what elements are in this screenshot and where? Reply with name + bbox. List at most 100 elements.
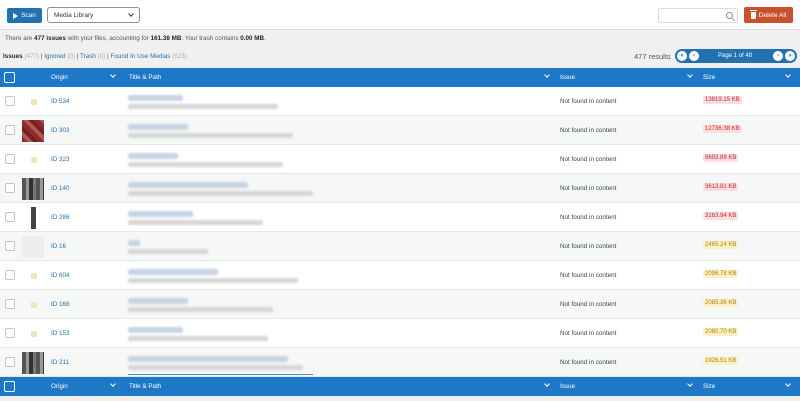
file-icon xyxy=(31,157,37,163)
origin-link[interactable]: ID 303 xyxy=(51,127,70,134)
chevron-down-icon[interactable] xyxy=(785,72,791,78)
column-size[interactable]: Size xyxy=(703,383,715,390)
origin-link[interactable]: ID 16 xyxy=(51,243,66,250)
table-row[interactable]: ID 168 Not found in content 2085.36 KB xyxy=(0,290,800,319)
table-footer: Origin Title & Path Issue Size xyxy=(0,377,800,396)
chevron-down-icon[interactable] xyxy=(544,72,550,78)
summary-middle: with your files, accounting for xyxy=(65,35,151,42)
filter-trash[interactable]: Trash xyxy=(80,53,96,60)
last-page-icon[interactable]: » xyxy=(785,51,795,61)
table-row[interactable]: ID 211 Not found in content 1926.51 KB xyxy=(0,348,800,377)
table-row[interactable]: ID 604 Not found in content 2096.78 KB xyxy=(0,261,800,290)
thumbnail xyxy=(22,236,44,258)
filter-issues-count: (477) xyxy=(24,53,40,60)
origin-link[interactable]: ID 211 xyxy=(51,359,69,366)
row-checkbox[interactable] xyxy=(5,154,15,164)
prev-page-icon[interactable]: ‹ xyxy=(689,51,699,61)
search-input[interactable] xyxy=(658,8,738,23)
toolbar: Scan Media Library Delete All xyxy=(0,0,800,30)
chevron-down-icon[interactable] xyxy=(110,381,116,387)
table-row[interactable]: ID 303 Not found in content 12736.38 KB xyxy=(0,116,800,145)
summary-trash: 0.00 MB xyxy=(240,35,265,42)
origin-link[interactable]: ID 140 xyxy=(51,185,70,192)
filter-ignored[interactable]: Ignored xyxy=(44,53,65,60)
table-row[interactable]: ID 16 Not found in content 2465.24 KB xyxy=(0,232,800,261)
table-row[interactable]: ID 286 Not found in content 3163.94 KB xyxy=(0,203,800,232)
origin-link[interactable]: ID 286 xyxy=(51,214,70,221)
origin-link[interactable]: ID 604 xyxy=(51,272,70,279)
size-badge: 2080.70 KB xyxy=(703,328,739,336)
thumbnail xyxy=(22,323,44,345)
column-issue[interactable]: Issue xyxy=(560,74,575,81)
first-page-icon[interactable]: « xyxy=(677,51,687,61)
origin-link[interactable]: ID 153 xyxy=(51,330,70,337)
origin-link[interactable]: ID 323 xyxy=(51,156,70,163)
path-blurred xyxy=(128,191,313,196)
next-page-icon[interactable]: › xyxy=(773,51,783,61)
title-blurred xyxy=(128,95,183,101)
filter-issues[interactable]: Issues xyxy=(3,53,23,60)
table-header: Origin Title & Path Issue Size xyxy=(0,68,800,87)
path-blurred xyxy=(128,249,208,254)
row-checkbox[interactable] xyxy=(5,328,15,338)
issue-text: Not found in content xyxy=(560,127,617,134)
thumbnail xyxy=(22,120,44,142)
chevron-down-icon[interactable] xyxy=(687,72,693,78)
table-row[interactable]: ID 140 Not found in content 3613.81 KB xyxy=(0,174,800,203)
issue-text: Not found in content xyxy=(560,272,617,279)
path-blurred xyxy=(128,307,273,312)
column-origin[interactable]: Origin xyxy=(51,383,68,390)
chevron-down-icon[interactable] xyxy=(687,381,693,387)
thumbnail xyxy=(22,91,44,113)
media-library-select[interactable]: Media Library xyxy=(47,7,140,23)
table-body: ID 534 Not found in content 13819.15 KB … xyxy=(0,87,800,377)
column-origin[interactable]: Origin xyxy=(51,74,68,81)
title-blurred xyxy=(128,153,178,159)
size-badge: 2465.24 KB xyxy=(703,241,739,249)
column-issue[interactable]: Issue xyxy=(560,383,575,390)
trash-icon xyxy=(749,9,757,19)
column-size[interactable]: Size xyxy=(703,74,715,81)
path-blurred xyxy=(128,133,293,138)
title-blurred xyxy=(128,327,183,333)
row-checkbox[interactable] xyxy=(5,241,15,251)
chevron-down-icon[interactable] xyxy=(785,381,791,387)
origin-link[interactable]: ID 534 xyxy=(51,98,70,105)
chevron-down-icon[interactable] xyxy=(544,381,550,387)
select-all-checkbox[interactable] xyxy=(4,72,15,83)
column-title-path[interactable]: Title & Path xyxy=(129,74,161,81)
table-row[interactable]: ID 323 Not found in content 8693.89 KB xyxy=(0,145,800,174)
row-checkbox[interactable] xyxy=(5,183,15,193)
row-checkbox[interactable] xyxy=(5,299,15,309)
row-checkbox[interactable] xyxy=(5,270,15,280)
scan-button[interactable]: Scan xyxy=(7,8,42,23)
file-icon xyxy=(31,99,37,105)
origin-link[interactable]: ID 168 xyxy=(51,301,70,308)
row-checkbox[interactable] xyxy=(5,212,15,222)
table-row[interactable]: ID 534 Not found in content 13819.15 KB xyxy=(0,87,800,116)
issue-text: Not found in content xyxy=(560,98,617,105)
row-checkbox[interactable] xyxy=(5,125,15,135)
delete-all-button[interactable]: Delete All xyxy=(744,7,793,23)
row-checkbox[interactable] xyxy=(5,96,15,106)
table-row[interactable]: ID 153 Not found in content 2080.70 KB xyxy=(0,319,800,348)
row-checkbox[interactable] xyxy=(5,357,15,367)
thumbnail xyxy=(22,178,44,200)
filter-links: Issues (477) | Ignored (0) | Trash (0) |… xyxy=(3,53,187,60)
title-blurred xyxy=(128,211,193,217)
summary-issues: 477 issues xyxy=(34,35,66,42)
row-divider xyxy=(128,374,313,375)
summary-end: . xyxy=(264,35,266,42)
column-title-path[interactable]: Title & Path xyxy=(129,383,161,390)
issue-text: Not found in content xyxy=(560,156,617,163)
issue-text: Not found in content xyxy=(560,359,617,366)
filter-found-count: (523) xyxy=(172,53,187,60)
search-icon[interactable] xyxy=(726,12,733,19)
summary-suffix: . Your trash contains xyxy=(181,35,241,42)
issue-text: Not found in content xyxy=(560,330,617,337)
select-all-checkbox[interactable] xyxy=(4,381,15,392)
chevron-down-icon[interactable] xyxy=(110,72,116,78)
filter-found-in-use[interactable]: Found In Use Medias xyxy=(111,53,171,60)
play-icon xyxy=(13,12,19,19)
title-blurred xyxy=(128,356,288,362)
